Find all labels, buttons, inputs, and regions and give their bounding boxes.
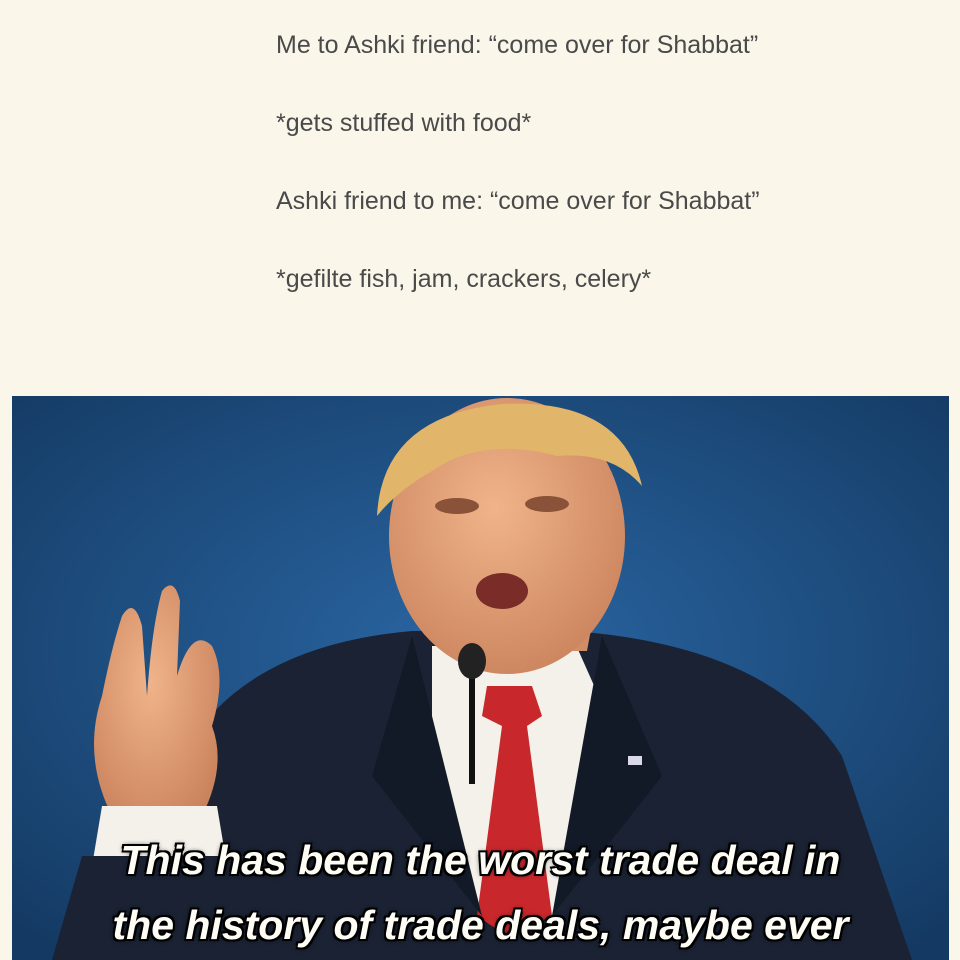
left-eye	[435, 498, 479, 514]
microphone-stand	[469, 664, 475, 784]
caption-line-1: Me to Ashki friend: “come over for Shabb…	[276, 31, 759, 59]
subtitle-line-1: This has been the worst trade deal in	[120, 837, 841, 883]
meme-photo: This has been the worst trade deal in th…	[12, 396, 949, 960]
caption-text-block: Me to Ashki friend: “come over for Shabb…	[276, 26, 836, 338]
caption-line-3: Ashki friend to me: “come over for Shabb…	[276, 187, 760, 215]
right-eye	[525, 496, 569, 512]
caption-line-2: *gets stuffed with food*	[276, 109, 532, 137]
mouth	[476, 573, 528, 609]
flag-pin	[628, 756, 642, 765]
microphone	[458, 643, 486, 679]
meme-post: Me to Ashki friend: “come over for Shabb…	[0, 0, 960, 960]
subtitle-line-2: the history of trade deals, maybe ever	[112, 902, 849, 948]
caption-line-4: *gefilte fish, jam, crackers, celery*	[276, 265, 652, 293]
